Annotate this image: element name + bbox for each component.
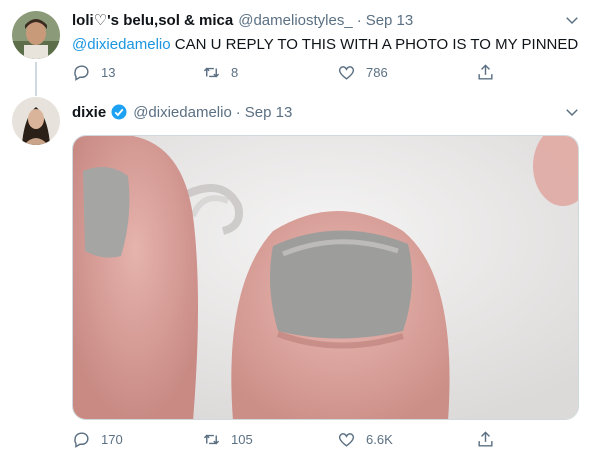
retweet-icon (203, 434, 220, 445)
display-name[interactable]: dixie (72, 104, 106, 121)
retweet-button[interactable]: 8 (202, 63, 238, 82)
tweet-text: @dixiedamelio CAN U REPLY TO THIS WITH A… (72, 36, 578, 53)
retweet-count: 105 (231, 432, 253, 447)
reply-icon (74, 432, 89, 448)
like-icon (338, 433, 355, 447)
reply-icon (74, 65, 89, 81)
avatar[interactable] (12, 97, 60, 145)
tweet-original[interactable]: loli♡'s belu,sol & mica @dameliostyles_ … (0, 0, 595, 96)
thread-connector (35, 62, 37, 96)
tweet-header: loli♡'s belu,sol & mica @dameliostyles_ … (72, 10, 555, 30)
retweet-count: 8 (231, 65, 239, 80)
like-count: 6.6K (366, 432, 393, 447)
retweet-icon (203, 67, 220, 78)
like-count: 786 (366, 65, 388, 80)
mention-link[interactable]: @dixiedamelio (72, 36, 171, 53)
like-button[interactable]: 786 (337, 63, 388, 82)
avatar-image (12, 11, 60, 59)
tweet-date[interactable]: Sep 13 (245, 104, 293, 121)
retweet-button[interactable]: 105 (202, 430, 253, 449)
tweet-actions: 13 8 786 (72, 63, 502, 83)
reply-count: 170 (101, 432, 123, 447)
reply-count: 13 (101, 65, 116, 80)
share-button[interactable] (476, 63, 495, 82)
avatar[interactable] (12, 11, 60, 59)
separator-dot: · (356, 11, 362, 29)
share-icon (478, 64, 493, 80)
caret-down-icon[interactable] (563, 103, 581, 121)
tweet-date[interactable]: Sep 13 (366, 12, 414, 29)
reply-button[interactable]: 13 (72, 63, 115, 82)
like-icon (338, 66, 355, 80)
like-button[interactable]: 6.6K (337, 430, 393, 449)
share-icon (478, 431, 493, 447)
user-handle[interactable]: @dixiedamelio (133, 104, 232, 121)
user-handle[interactable]: @dameliostyles_ (238, 12, 352, 29)
verified-badge-icon (111, 104, 127, 120)
share-button[interactable] (476, 430, 495, 449)
tweet-actions: 170 105 6.6K (72, 430, 502, 450)
reply-button[interactable]: 170 (72, 430, 123, 449)
tweet-photo[interactable] (72, 135, 579, 420)
tweet-body: CAN U REPLY TO THIS WITH A PHOTO IS TO M… (174, 36, 579, 53)
tweet-header: dixie @dixiedamelio · Sep 13 (72, 102, 555, 122)
avatar-image (12, 97, 60, 145)
separator-dot: · (235, 103, 241, 121)
photo-toes (73, 136, 578, 419)
tweet-reply[interactable]: dixie @dixiedamelio · Sep 13 170 105 6.6… (0, 95, 595, 467)
caret-down-icon[interactable] (563, 11, 581, 29)
display-name[interactable]: loli♡'s belu,sol & mica (72, 11, 233, 29)
